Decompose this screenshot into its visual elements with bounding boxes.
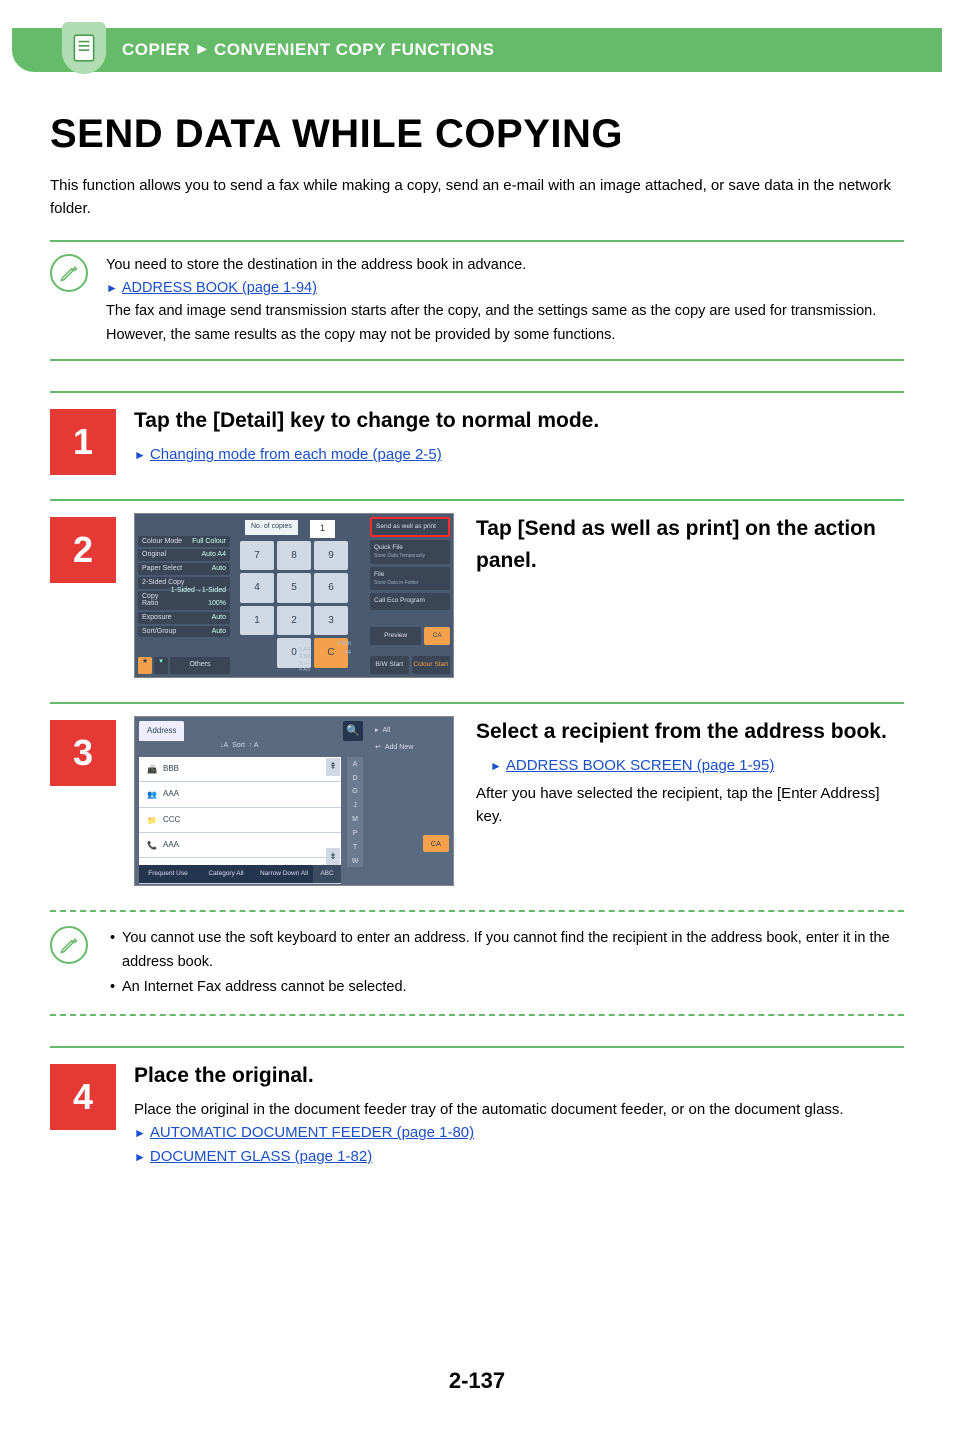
step-1: 1 Tap the [Detail] key to change to norm… (50, 391, 904, 475)
send-as-well-as-print-action: Send as well as print (370, 517, 450, 537)
ca-button: CA (423, 835, 449, 853)
intro-paragraph: This function allows you to send a fax w… (50, 175, 904, 220)
tray-list: 1 A42 B43 —4 A3 (299, 647, 310, 673)
group-icon: 👥 (147, 789, 157, 799)
note-line-1: You need to store the destination in the… (106, 254, 904, 277)
phone-icon: 📞 (147, 840, 157, 850)
pencil-icon (50, 926, 88, 964)
step-3: 3 Address 🔍 ↓A Sort ↑ A 📠BBB 👥AAA 📁CCC 📞… (50, 702, 904, 886)
scroll-up-icon: ⇞ (326, 758, 340, 776)
address-book-screen-link[interactable]: ADDRESS BOOK SCREEN (page 1-95) (506, 757, 774, 774)
others-button: Others (170, 657, 230, 674)
document-glass-link[interactable]: DOCUMENT GLASS (page 1-82) (150, 1148, 372, 1165)
undo-icon: ↩ (375, 743, 381, 754)
step-3-paragraph: After you have selected the recipient, t… (476, 782, 904, 829)
breadcrumb-level-1[interactable]: COPIER (122, 40, 190, 60)
step-number-badge: 4 (50, 1064, 116, 1130)
step-4-heading: Place the original. (134, 1060, 904, 1093)
fax-icon: 📠 (147, 764, 157, 774)
tab-abc: ABC (313, 865, 341, 883)
info-note-block: You need to store the destination in the… (50, 240, 904, 361)
breadcrumb-separator-icon: ► (194, 41, 210, 59)
search-icon: 🔍 (343, 721, 363, 741)
breadcrumb-level-2[interactable]: CONVENIENT COPY FUNCTIONS (214, 40, 494, 60)
step-4: 4 Place the original. Place the original… (50, 1046, 904, 1168)
address-tab: Address (139, 721, 184, 741)
paper-type: PlainA4 (325, 640, 351, 659)
note-line-2: The fax and image send transmission star… (106, 300, 904, 346)
scroll-down-icon: ⇟ (326, 848, 340, 866)
step-4-paragraph: Place the original in the document feede… (134, 1098, 904, 1121)
triangle-icon: ► (106, 281, 118, 295)
note2-bullet-2: An Internet Fax address cannot be select… (110, 975, 904, 1000)
caution-note-block: You cannot use the soft keyboard to ente… (50, 910, 904, 1016)
address-book-link[interactable]: ADDRESS BOOK (page 1-94) (122, 280, 317, 296)
alpha-index: ADGJMPTW (347, 757, 363, 867)
step-number-badge: 3 (50, 720, 116, 786)
page-number: 2-137 (50, 1368, 904, 1394)
preview-button: Preview (370, 627, 421, 645)
chevron-down-icon: ▾ (154, 657, 168, 674)
triangle-icon: ► (134, 1150, 146, 1164)
tab-category: Category All (197, 865, 255, 883)
others-row: ★ ▾ Others (138, 657, 230, 674)
step-2: 2 No. of copies 1 Colour ModeFull Colour… (50, 499, 904, 678)
copies-value: 1 (310, 520, 335, 538)
ca-button: CA (424, 627, 450, 645)
address-book-illustration: Address 🔍 ↓A Sort ↑ A 📠BBB 👥AAA 📁CCC 📞AA… (134, 716, 454, 886)
tab-frequent: Frequent Use (139, 865, 197, 883)
triangle-icon: ► (490, 759, 502, 773)
copy-screen-illustration: No. of copies 1 Colour ModeFull Colour O… (134, 513, 454, 678)
step-number-badge: 2 (50, 517, 116, 583)
step-2-heading: Tap [Send as well as print] on the actio… (476, 513, 904, 578)
settings-panel: Colour ModeFull Colour OriginalAuto A4 P… (138, 536, 230, 640)
address-list: 📠BBB 👥AAA 📁CCC 📞AAA 👥BBB 👥CCC ⇞⇟ (139, 757, 341, 867)
pencil-icon (50, 254, 88, 292)
adf-link[interactable]: AUTOMATIC DOCUMENT FEEDER (page 1-80) (150, 1124, 474, 1141)
folder-icon: 📁 (147, 815, 157, 825)
star-icon: ★ (138, 657, 152, 674)
bw-start-button: B/W Start (370, 656, 409, 674)
step-number-badge: 1 (50, 409, 116, 475)
tab-narrow: Narrow Down All (255, 865, 313, 883)
step-3-heading: Select a recipient from the address book… (476, 716, 904, 749)
triangle-icon: ► (134, 448, 146, 462)
copies-label: No. of copies (245, 520, 298, 535)
page-title: SEND DATA WHILE COPYING (50, 112, 904, 157)
triangle-icon: ► (134, 1126, 146, 1140)
note2-bullet-1: You cannot use the soft keyboard to ente… (110, 926, 904, 975)
breadcrumb-bar: COPIER ► CONVENIENT COPY FUNCTIONS (12, 28, 942, 72)
colour-start-button: Colour Start (412, 656, 451, 674)
step-1-heading: Tap the [Detail] key to change to normal… (134, 405, 904, 438)
action-panel: Send as well as print Quick FileStore Da… (370, 517, 450, 613)
copier-section-icon (62, 22, 106, 74)
changing-mode-link[interactable]: Changing mode from each mode (page 2-5) (150, 446, 442, 463)
triangle-icon: ▸ (375, 726, 379, 737)
